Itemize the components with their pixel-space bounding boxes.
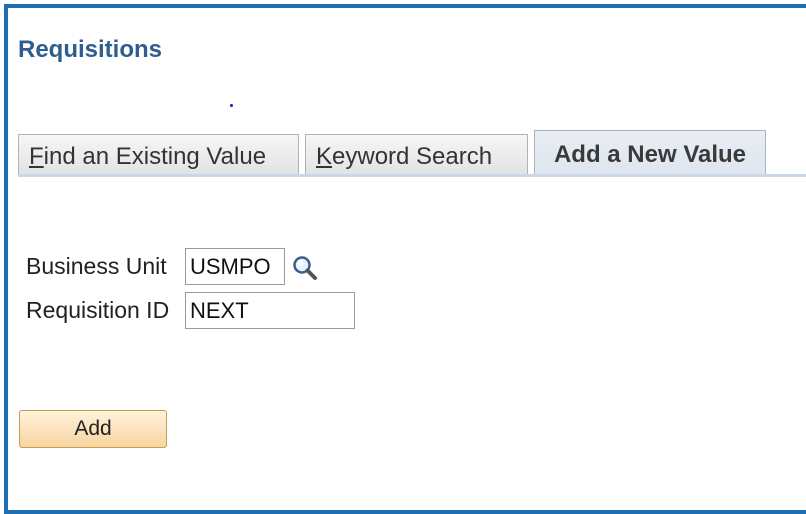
tab-accesskey-letter: K (316, 143, 333, 170)
tab-label: ind an Existing Value (43, 143, 267, 170)
business-unit-input[interactable] (185, 248, 285, 285)
tab-label: eyword Search (332, 143, 493, 170)
tab-strip-divider (18, 174, 806, 177)
tab-add-new-value[interactable]: Add a New Value (534, 130, 766, 176)
page-frame: Requisitions Find an Existing Value Keyw… (4, 4, 806, 514)
page-title: Requisitions (18, 36, 163, 63)
decorative-dot (230, 104, 233, 107)
tab-accesskey-letter: F (29, 143, 44, 170)
tab-keyword-search[interactable]: Keyword Search (305, 134, 528, 174)
tab-label: Add a New Value (553, 141, 747, 168)
lookup-magnifier-icon[interactable] (290, 253, 320, 283)
requisition-id-label: Requisition ID (26, 297, 170, 323)
business-unit-label: Business Unit (26, 253, 167, 279)
tab-find-existing-value[interactable]: Find an Existing Value (18, 134, 299, 174)
add-button[interactable]: Add (19, 410, 167, 448)
requisition-id-input[interactable] (185, 292, 355, 329)
